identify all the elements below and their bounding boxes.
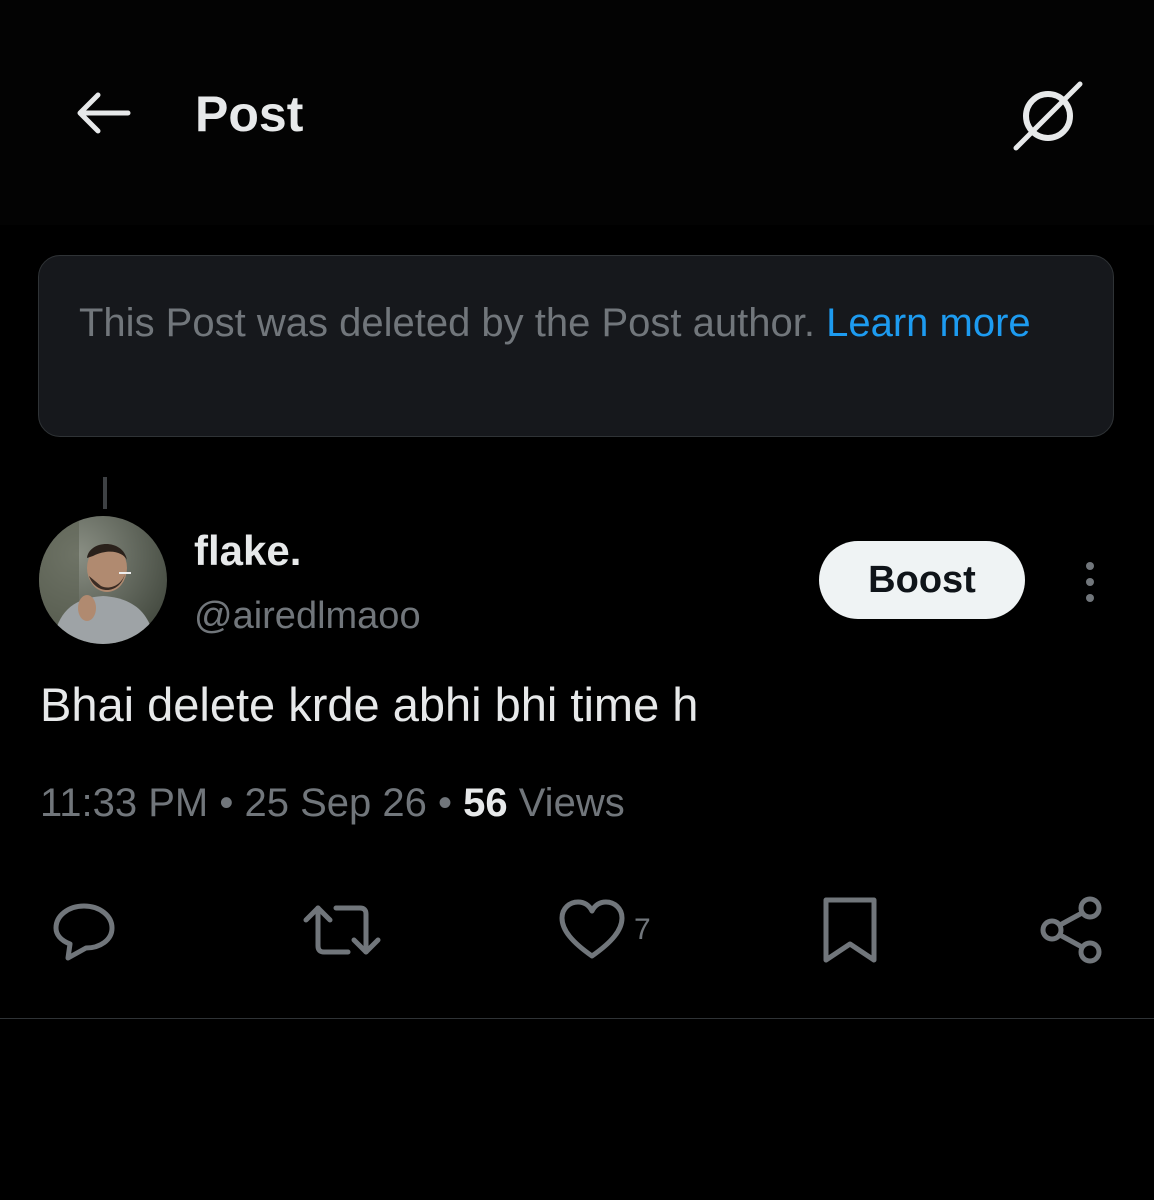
share-icon (1040, 896, 1102, 964)
post-metadata: 11:33 PM • 25 Sep 26 • 56 Views (40, 778, 625, 828)
deleted-post-notice: This Post was deleted by the Post author… (38, 255, 1114, 437)
separator-dot: • (208, 781, 245, 825)
like-button[interactable]: 7 (558, 892, 651, 968)
heart-icon (559, 899, 625, 959)
avatar-photo (39, 516, 167, 644)
bookmark-icon (823, 897, 877, 963)
avatar[interactable] (39, 516, 167, 644)
arrow-left-icon (77, 92, 131, 134)
grok-button[interactable] (1008, 80, 1088, 152)
grok-icon (1013, 81, 1083, 151)
boost-button[interactable]: Boost (819, 541, 1025, 619)
thread-connector-line (103, 477, 107, 509)
separator-dot: • (426, 781, 464, 825)
views-label: Views (507, 781, 625, 825)
post-action-bar: 7 (0, 880, 1154, 980)
more-vertical-icon (1086, 562, 1094, 602)
learn-more-link[interactable]: Learn more (826, 301, 1031, 345)
divider (0, 1018, 1154, 1019)
post-time: 11:33 PM (40, 781, 209, 825)
share-button[interactable] (1036, 892, 1108, 968)
page-title: Post (195, 86, 304, 142)
post-text: Bhai delete krde abhi bhi time h (40, 678, 699, 731)
post-date: 25 Sep 26 (244, 781, 427, 825)
more-options-button[interactable] (1066, 552, 1114, 612)
repost-icon (303, 905, 381, 955)
repost-button[interactable] (302, 892, 382, 968)
views-count: 56 (463, 781, 508, 825)
reply-icon (53, 903, 115, 961)
reply-button[interactable] (48, 892, 120, 968)
back-button[interactable] (70, 85, 134, 141)
deleted-notice-text: This Post was deleted by the Post author… (79, 301, 827, 345)
like-count: 7 (634, 913, 651, 946)
author-handle: @airedlmaoo (194, 595, 421, 637)
top-app-bar: Post (0, 0, 1154, 225)
author-display-name[interactable]: flake. (194, 526, 301, 576)
bookmark-button[interactable] (818, 892, 882, 968)
